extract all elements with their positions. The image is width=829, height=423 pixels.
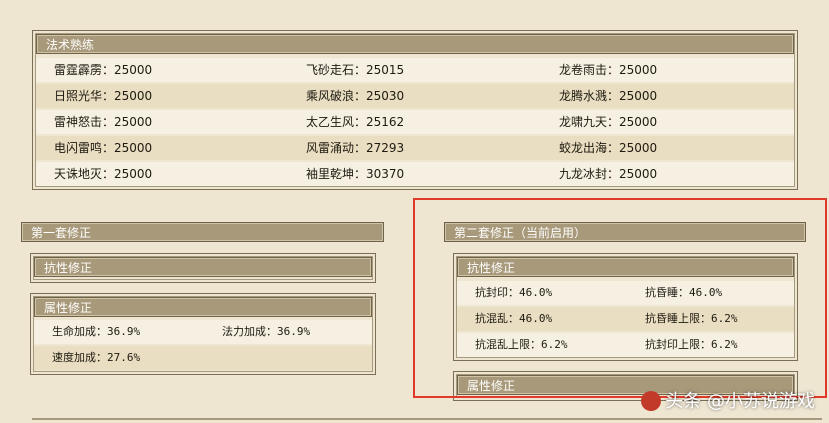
- set1-header: 第一套修正: [21, 222, 384, 242]
- attr-value: 生命加成：36.9%: [52, 325, 141, 338]
- spell-row: 电闪雷鸣：25000 风雷涌动：27293 蛟龙出海：25000: [36, 136, 794, 160]
- spell-mastery-header: 法术熟练: [36, 34, 794, 54]
- spell-value: 龙啸九天：25000: [559, 115, 658, 129]
- attr-value: 速度加成：27.6%: [52, 351, 141, 364]
- watermark-logo-icon: [641, 391, 662, 411]
- watermark: 头条 @小苏说游戏: [641, 387, 815, 413]
- spell-value: 雷霆霹雳：25000: [54, 63, 153, 77]
- spell-value: 龙卷雨击：25000: [559, 63, 658, 77]
- spell-value: 雷神怒击：25000: [54, 115, 153, 129]
- spell-row: 雷神怒击：25000 太乙生风：25162 龙啸九天：25000: [36, 110, 794, 134]
- spell-value: 电闪雷鸣：25000: [54, 141, 153, 155]
- spell-value: 袖里乾坤：30370: [306, 167, 405, 181]
- watermark-text: 头条 @小苏说游戏: [665, 391, 815, 412]
- spell-value: 风雷涌动：27293: [306, 141, 405, 155]
- attr-row: 生命加成：36.9% 法力加成：36.9%: [34, 320, 372, 344]
- spell-value: 蛟龙出海：25000: [559, 141, 658, 155]
- spell-row: 日照光华：25000 乘风破浪：25030 龙腾水溅：25000: [36, 84, 794, 108]
- spell-value: 日照光华：25000: [54, 89, 153, 103]
- attr-row: 速度加成：27.6%: [34, 346, 372, 370]
- spell-value: 太乙生风：25162: [306, 115, 405, 129]
- set1-attr-header: 属性修正: [34, 297, 372, 317]
- current-set-highlight: [413, 198, 827, 398]
- spell-value: 乘风破浪：25030: [306, 89, 405, 103]
- bottom-divider: [32, 418, 822, 420]
- spell-value: 飞砂走石：25015: [306, 63, 405, 77]
- spell-value: 九龙冰封：25000: [559, 167, 658, 181]
- set1-resist-header: 抗性修正: [34, 257, 372, 277]
- spell-row: 雷霆霹雳：25000 飞砂走石：25015 龙卷雨击：25000: [36, 58, 794, 82]
- spell-row: 天诛地灭：25000 袖里乾坤：30370 九龙冰封：25000: [36, 162, 794, 186]
- attr-value: 法力加成：36.9%: [222, 325, 311, 338]
- spell-value: 天诛地灭：25000: [54, 167, 153, 181]
- spell-value: 龙腾水溅：25000: [559, 89, 658, 103]
